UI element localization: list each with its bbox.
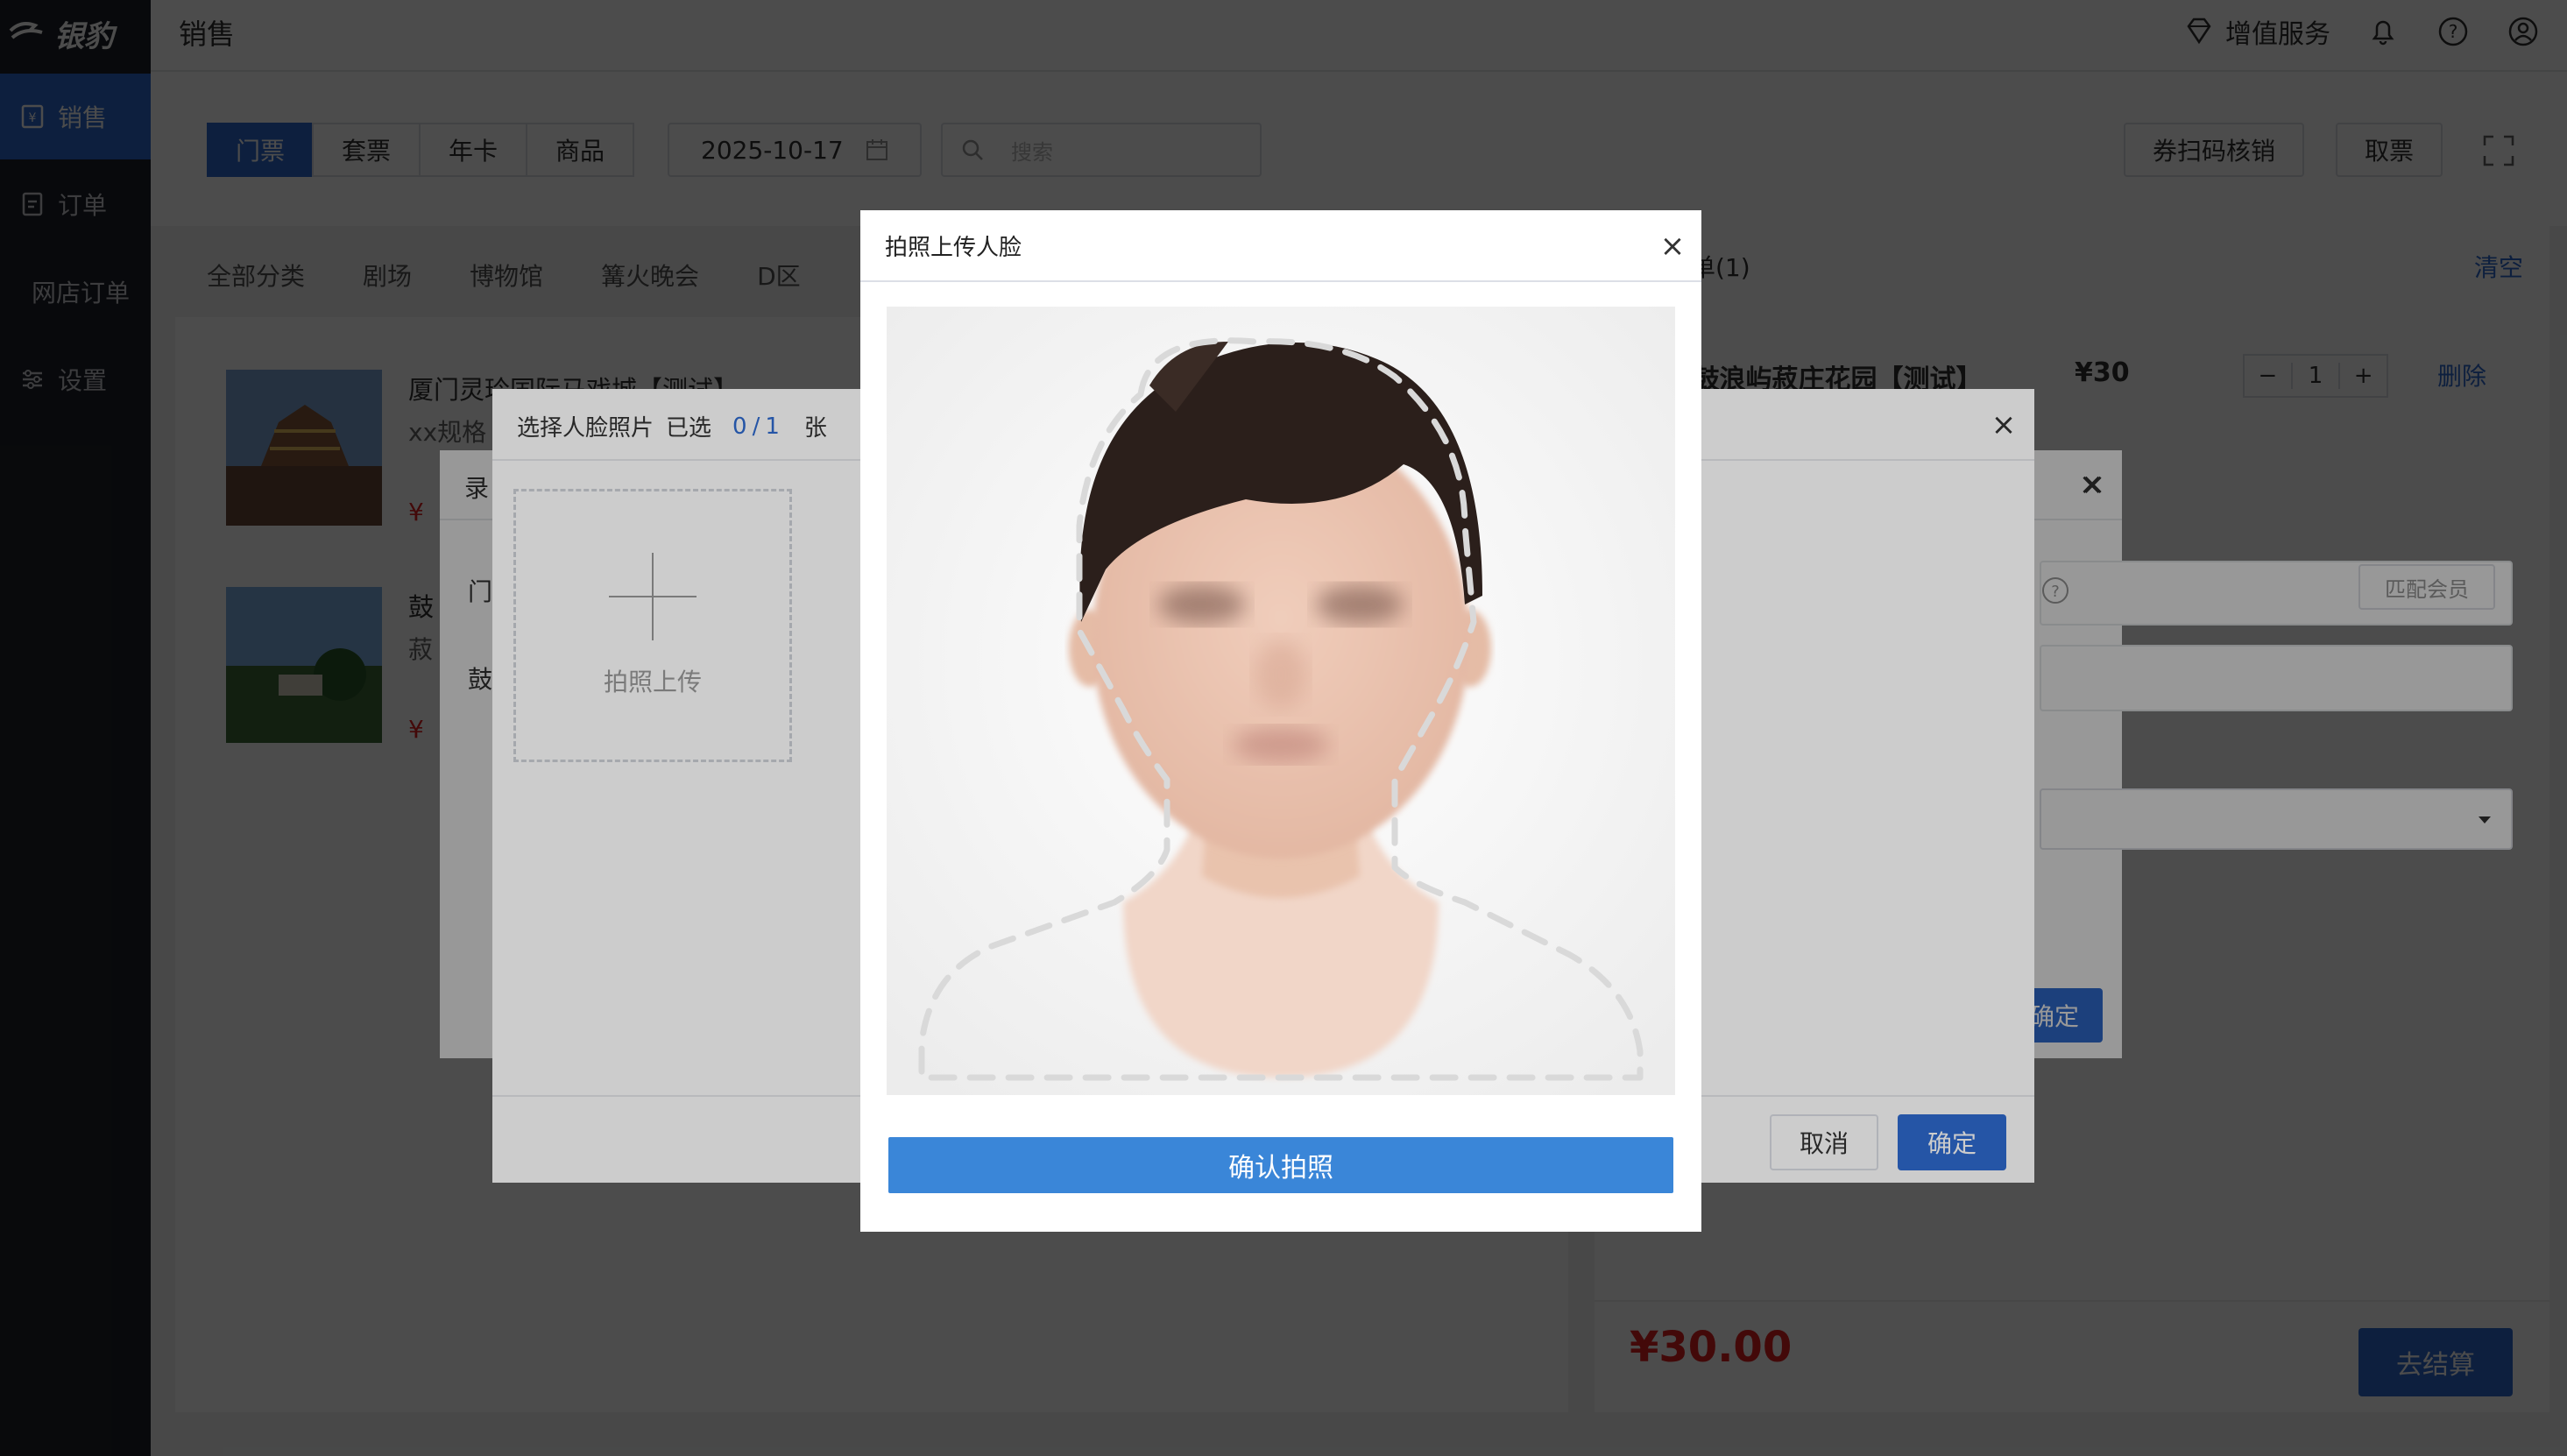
- camera-preview: [887, 307, 1675, 1095]
- face-preview-image: [887, 307, 1675, 1095]
- dialog-header: 拍照上传人脸 ×: [860, 210, 1701, 282]
- confirm-photo-button[interactable]: 确认拍照: [888, 1137, 1673, 1193]
- capture-face-photo-dialog: 拍照上传人脸 × 确认拍照: [860, 210, 1701, 1232]
- close-icon[interactable]: ×: [1658, 229, 1687, 264]
- dialog-title: 拍照上传人脸: [885, 235, 1022, 261]
